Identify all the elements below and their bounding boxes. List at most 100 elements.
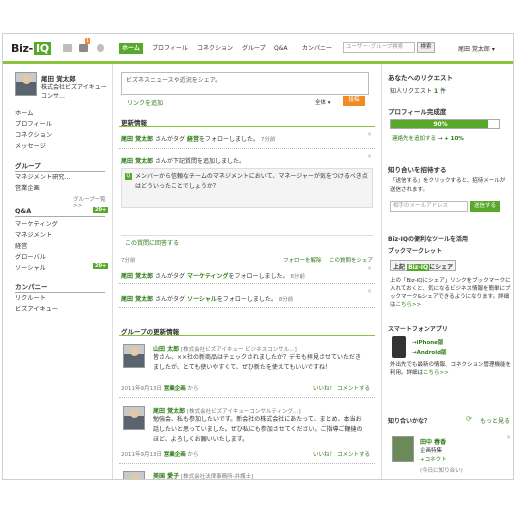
feed-user[interactable]: 尾田 覚太郎	[121, 296, 153, 303]
feed-user[interactable]: 尾田 覚太郎	[121, 136, 153, 143]
post-avatar[interactable]	[123, 471, 145, 479]
suggest-role: 企画特集	[420, 448, 443, 454]
company-biziq[interactable]: ビズアイキュー	[15, 304, 58, 313]
like-button[interactable]: いいね！	[313, 384, 335, 392]
bulb-icon[interactable]	[97, 44, 104, 52]
suggest-name[interactable]: 田中 春香	[420, 437, 446, 446]
post-from: から	[187, 452, 199, 458]
side-profile[interactable]: プロフィール	[15, 119, 52, 128]
feed-tag[interactable]: マーケティング	[187, 273, 229, 280]
search-input[interactable]: ユーザー･グループ検索	[343, 42, 415, 53]
people-icon[interactable]	[79, 44, 88, 52]
close-icon[interactable]: ×	[367, 288, 372, 295]
qa-item-management[interactable]: マネジメント	[15, 230, 52, 239]
feed-item: 尾田 覚太郎 さんがタグ マーケティングをフォローしました。 8分前 ×	[119, 263, 375, 284]
post-author[interactable]: 山田 太郎	[153, 346, 179, 353]
post-group[interactable]: 営業企画	[164, 452, 186, 458]
nav-company[interactable]: カンパニー	[299, 43, 335, 54]
feed-text: さんが下記質問を追加しました。	[155, 158, 246, 165]
invite-send-button[interactable]: 送信する	[470, 201, 500, 212]
profile-avatar[interactable]	[15, 72, 37, 96]
mail-icon[interactable]	[63, 44, 72, 52]
feed-user[interactable]: 尾田 覚太郎	[121, 273, 153, 280]
refresh-icon[interactable]: ⟳	[466, 415, 472, 423]
question-box: Q メンバーから信頼なチームのマネジメントにおいて、マネージャーが気をつけるべき…	[121, 168, 373, 208]
nav-group[interactable]: グループ	[239, 43, 269, 54]
qa-item-marketing[interactable]: マーケティング	[15, 219, 58, 228]
side-home[interactable]: ホーム	[15, 108, 33, 117]
side-message[interactable]: メッセージ	[15, 141, 46, 150]
qa-item-keiei[interactable]: 経営	[15, 241, 27, 250]
user-menu[interactable]: 尾田 覚太郎 ▾	[458, 44, 495, 53]
side-group-2[interactable]: 営業企画	[15, 183, 40, 192]
search-button[interactable]: 検索	[417, 42, 435, 53]
group-post: 尾田 覚太郎 [株式会社ビズアイキューコンサルティング…] 勉強会、私も参加した…	[119, 402, 375, 464]
close-icon[interactable]: ×	[367, 153, 372, 160]
more-suggestions-link[interactable]: もっと見る	[480, 416, 510, 425]
nav-connection[interactable]: コネクション	[194, 43, 236, 54]
qa-item-global[interactable]: グローバル	[15, 252, 46, 261]
logo[interactable]: Biz- IQ	[11, 42, 51, 55]
post-author[interactable]: 尾田 覚太郎	[153, 408, 185, 415]
feed-rest: をフォローしました。	[216, 296, 277, 303]
app-more[interactable]: こちら>>	[423, 370, 449, 376]
nav-qa[interactable]: Q&A	[271, 43, 291, 54]
add-link-button[interactable]: リンクを追加	[127, 98, 163, 107]
qa-header[interactable]: Q&A	[15, 207, 105, 217]
top-header: Biz- IQ 1 ホーム プロフィール コネクション グループ Q&A カンパニ…	[3, 34, 513, 64]
nav-profile[interactable]: プロフィール	[149, 43, 191, 54]
close-icon[interactable]: ×	[506, 434, 511, 441]
feed-item-question: 尾田 覚太郎 さんが下記質問を追加しました。 × Q メンバーから信頼なチームの…	[119, 151, 375, 264]
bookmarklet-more[interactable]: こちら>>	[396, 302, 422, 308]
android-link[interactable]: →Android版	[412, 348, 447, 356]
invite-email-input[interactable]: 相手のメールアドレス	[390, 201, 468, 212]
bookmarklet-button[interactable]: 上記 Biz-IQにシェア	[390, 260, 457, 271]
comment-button[interactable]: コメントする	[337, 384, 370, 392]
compose-input[interactable]: ビズネスニュースや近況をシェア。	[121, 72, 369, 95]
close-icon[interactable]: ×	[367, 131, 372, 138]
answer-link[interactable]: この質問に回答する	[125, 238, 179, 247]
group-post: 美国 愛子 [株式会社法律事務所-弁護士]	[119, 468, 375, 479]
comment-button[interactable]: コメントする	[337, 450, 370, 458]
question-text[interactable]: メンバーから信頼なチームのマネジメントにおいて、マネージャーが気をつけるべき点は…	[135, 172, 371, 192]
side-connection[interactable]: コネクション	[15, 130, 52, 139]
feed-item: 尾田 覚太郎 さんがタグ ソーシャルをフォローしました。 8分前 ×	[119, 286, 375, 308]
post-date: 2011年9月13日	[121, 386, 162, 392]
request-label[interactable]: 知人リクエスト	[390, 88, 432, 95]
post-from: から	[187, 386, 199, 392]
suggest-avatar[interactable]	[392, 436, 414, 462]
request-unit: 件	[440, 88, 447, 95]
social-badge: 20+	[93, 263, 109, 269]
post-button[interactable]: 投稿	[343, 96, 365, 106]
feed-tag[interactable]: ソーシャル	[187, 296, 217, 303]
post-author[interactable]: 美国 愛子	[153, 473, 179, 479]
profile-completion-title: プロフィール完成度	[388, 108, 447, 116]
feed-tag[interactable]: 経営	[187, 136, 199, 143]
post-text: 皆さん、××社の新商品はチェックされましたか？デモも拝見させていただきましたが、…	[153, 354, 362, 371]
connect-button[interactable]: +コネクト	[420, 455, 447, 463]
app-text: 外出先でも最新の情報、コネクション管理機能を利用。詳細はこちら>>	[390, 362, 512, 376]
left-sidebar: 尾田 覚太郎 株式会社ビズアイキューコンサ… ホーム プロフィール コネクション…	[3, 64, 113, 479]
bookmarklet-title: ブックマークレット	[388, 248, 443, 255]
progress-plus: + 10%	[444, 136, 464, 142]
nav-home[interactable]: ホーム	[119, 43, 143, 54]
iphone-link[interactable]: →iPhone版	[412, 338, 443, 346]
company-recruit[interactable]: リクルート	[15, 293, 46, 302]
request-count[interactable]: 1	[434, 88, 438, 95]
feed-time: 7分前	[260, 137, 276, 143]
post-avatar[interactable]	[123, 344, 145, 368]
post-group[interactable]: 営業企画	[164, 386, 186, 392]
bookmarklet-text: 上の「Biz-IQにシェア」リンクをブックマークに入れておくと、気になるビジネス…	[390, 278, 511, 308]
add-contact-link[interactable]: 連絡先を追加する	[392, 136, 436, 142]
qa-badge: 20+	[93, 207, 109, 213]
close-icon[interactable]: ×	[367, 265, 372, 272]
company-header[interactable]: カンパニー	[15, 281, 105, 293]
feed-user[interactable]: 尾田 覚太郎	[121, 158, 153, 165]
side-group-1[interactable]: マネジメント研究…	[15, 172, 71, 181]
group-header[interactable]: グループ	[15, 160, 105, 172]
scope-select[interactable]: 全体 ▾	[315, 98, 331, 106]
qa-item-social[interactable]: ソーシャル	[15, 263, 46, 272]
like-button[interactable]: いいね！	[313, 450, 335, 458]
post-avatar[interactable]	[123, 406, 145, 430]
group-updates-divider	[119, 335, 375, 336]
